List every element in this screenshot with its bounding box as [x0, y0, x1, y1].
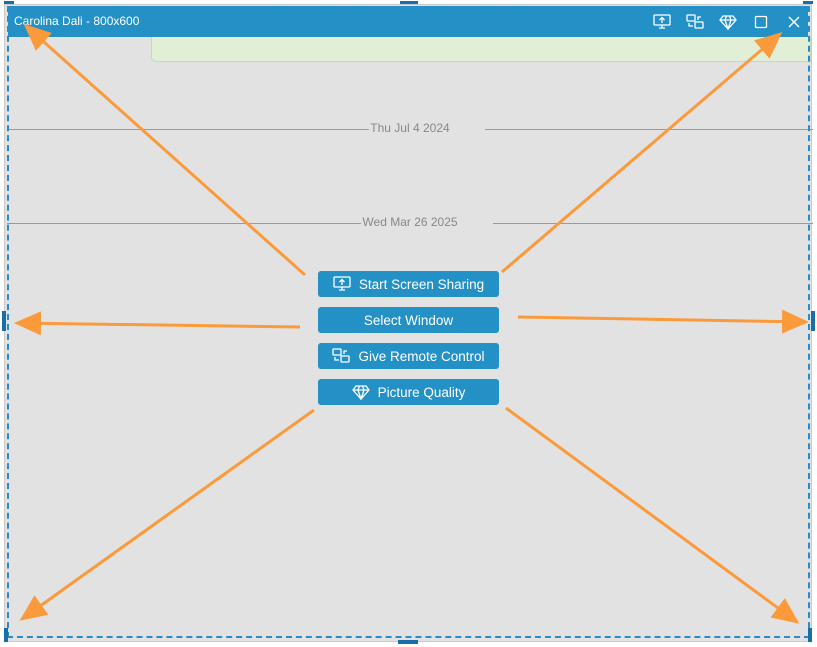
arrow-top-left [23, 24, 306, 277]
arrow-right [517, 309, 809, 334]
arrow-bottom-right [505, 406, 800, 624]
resize-handle-top[interactable] [400, 1, 418, 4]
arrow-top-right [501, 32, 783, 274]
resize-handle-right[interactable] [811, 311, 815, 331]
resize-handle-top-left[interactable] [4, 1, 14, 4]
arrow-left [14, 311, 301, 336]
arrow-bottom-left [19, 408, 315, 621]
resize-arrows [14, 24, 809, 624]
resize-handle-bottom[interactable] [398, 640, 418, 644]
resize-handle-bottom-left[interactable] [4, 628, 8, 642]
resize-handle-top-right[interactable] [803, 1, 813, 4]
resize-handle-left[interactable] [2, 311, 6, 331]
resize-handle-bottom-right[interactable] [808, 628, 812, 642]
